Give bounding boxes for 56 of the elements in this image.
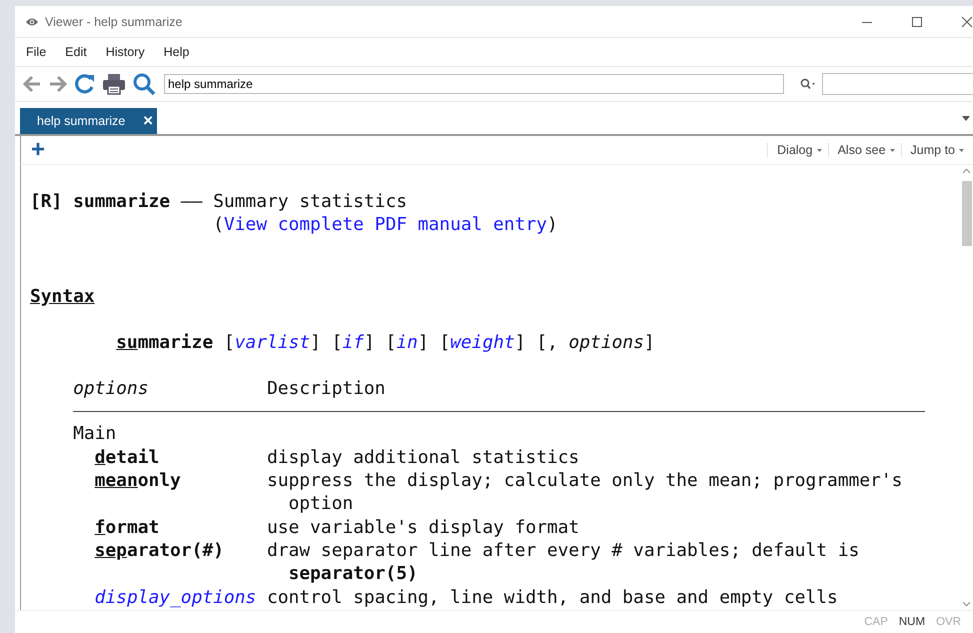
scroll-up-icon[interactable]	[963, 169, 970, 173]
option-description: use variable's display format	[266, 516, 580, 538]
forward-arrow-icon[interactable]	[48, 75, 68, 93]
option-description: display additional statistics	[266, 446, 580, 468]
menu-item[interactable]: File	[26, 45, 46, 59]
close-icon[interactable]: ×	[143, 111, 153, 131]
syntax-line: summarize [varlist] [if] [in] [weight] [, options]	[116, 332, 655, 353]
dropdown-menu[interactable]: Jump to	[900, 143, 970, 157]
back-arrow-icon[interactable]	[22, 75, 42, 93]
option-description: option	[288, 493, 354, 514]
caret-icon	[959, 148, 964, 152]
close-icon[interactable]	[961, 16, 973, 28]
option-description: separator(5)	[288, 563, 418, 584]
menu-item[interactable]: Help	[164, 45, 190, 59]
option-description: draw separator line after every # variables; default is	[266, 540, 860, 561]
group-label: Main	[73, 423, 116, 444]
section-heading: Syntax	[30, 286, 95, 307]
syntax-link[interactable]: varlist	[234, 332, 310, 353]
pdf-manual-link[interactable]: View complete PDF manual entry	[224, 214, 548, 236]
window-title: Viewer - help summarize	[45, 14, 182, 28]
caret-icon	[890, 148, 895, 152]
printer-icon[interactable]	[102, 73, 126, 95]
status-indicator: NUM	[898, 616, 926, 628]
entry-heading: [R] summarize —— Summary statistics	[30, 191, 407, 212]
column-header: options	[73, 378, 148, 400]
option-name: format	[94, 516, 160, 538]
option-description: suppress the display; calculate only the mean; programmer's	[266, 470, 902, 492]
scroll-down-icon[interactable]	[963, 602, 970, 606]
option-name: detail	[94, 446, 160, 468]
maximize-icon[interactable]	[911, 16, 923, 28]
syntax-link[interactable]: in	[396, 332, 418, 353]
menu-item[interactable]: Edit	[65, 45, 87, 59]
syntax-link[interactable]: if	[342, 332, 364, 353]
caret-icon	[816, 148, 822, 152]
menu-item[interactable]: History	[106, 45, 145, 59]
dropdown-menu[interactable]: Also see	[828, 143, 901, 157]
status-indicator: OVR	[936, 616, 961, 628]
address-field[interactable]: help summarize	[164, 74, 784, 94]
search-field[interactable]	[822, 73, 973, 95]
tab[interactable]: help summarize ×	[20, 108, 157, 134]
option-name: meanonly	[94, 470, 181, 492]
search-icon[interactable]	[132, 72, 156, 96]
option-description: control spacing, line width, and base and empty cells	[266, 586, 838, 608]
scroll-thumb[interactable]	[962, 181, 972, 246]
add-button[interactable]: +	[31, 138, 46, 162]
pdf-link-line: (View complete PDF manual entry)	[213, 214, 558, 236]
eye-icon	[25, 16, 39, 26]
option-link[interactable]: display_options	[94, 586, 256, 608]
search-dropdown-icon[interactable]	[800, 78, 816, 90]
dropdown-icon[interactable]	[962, 116, 970, 120]
column-header: Description	[266, 377, 386, 400]
option-name: separator(#)	[94, 540, 224, 561]
refresh-icon[interactable]	[74, 73, 96, 95]
dropdown-menu[interactable]: Dialog	[767, 143, 828, 157]
syntax-link[interactable]: weight	[450, 332, 515, 353]
status-indicator: CAP	[864, 616, 888, 628]
